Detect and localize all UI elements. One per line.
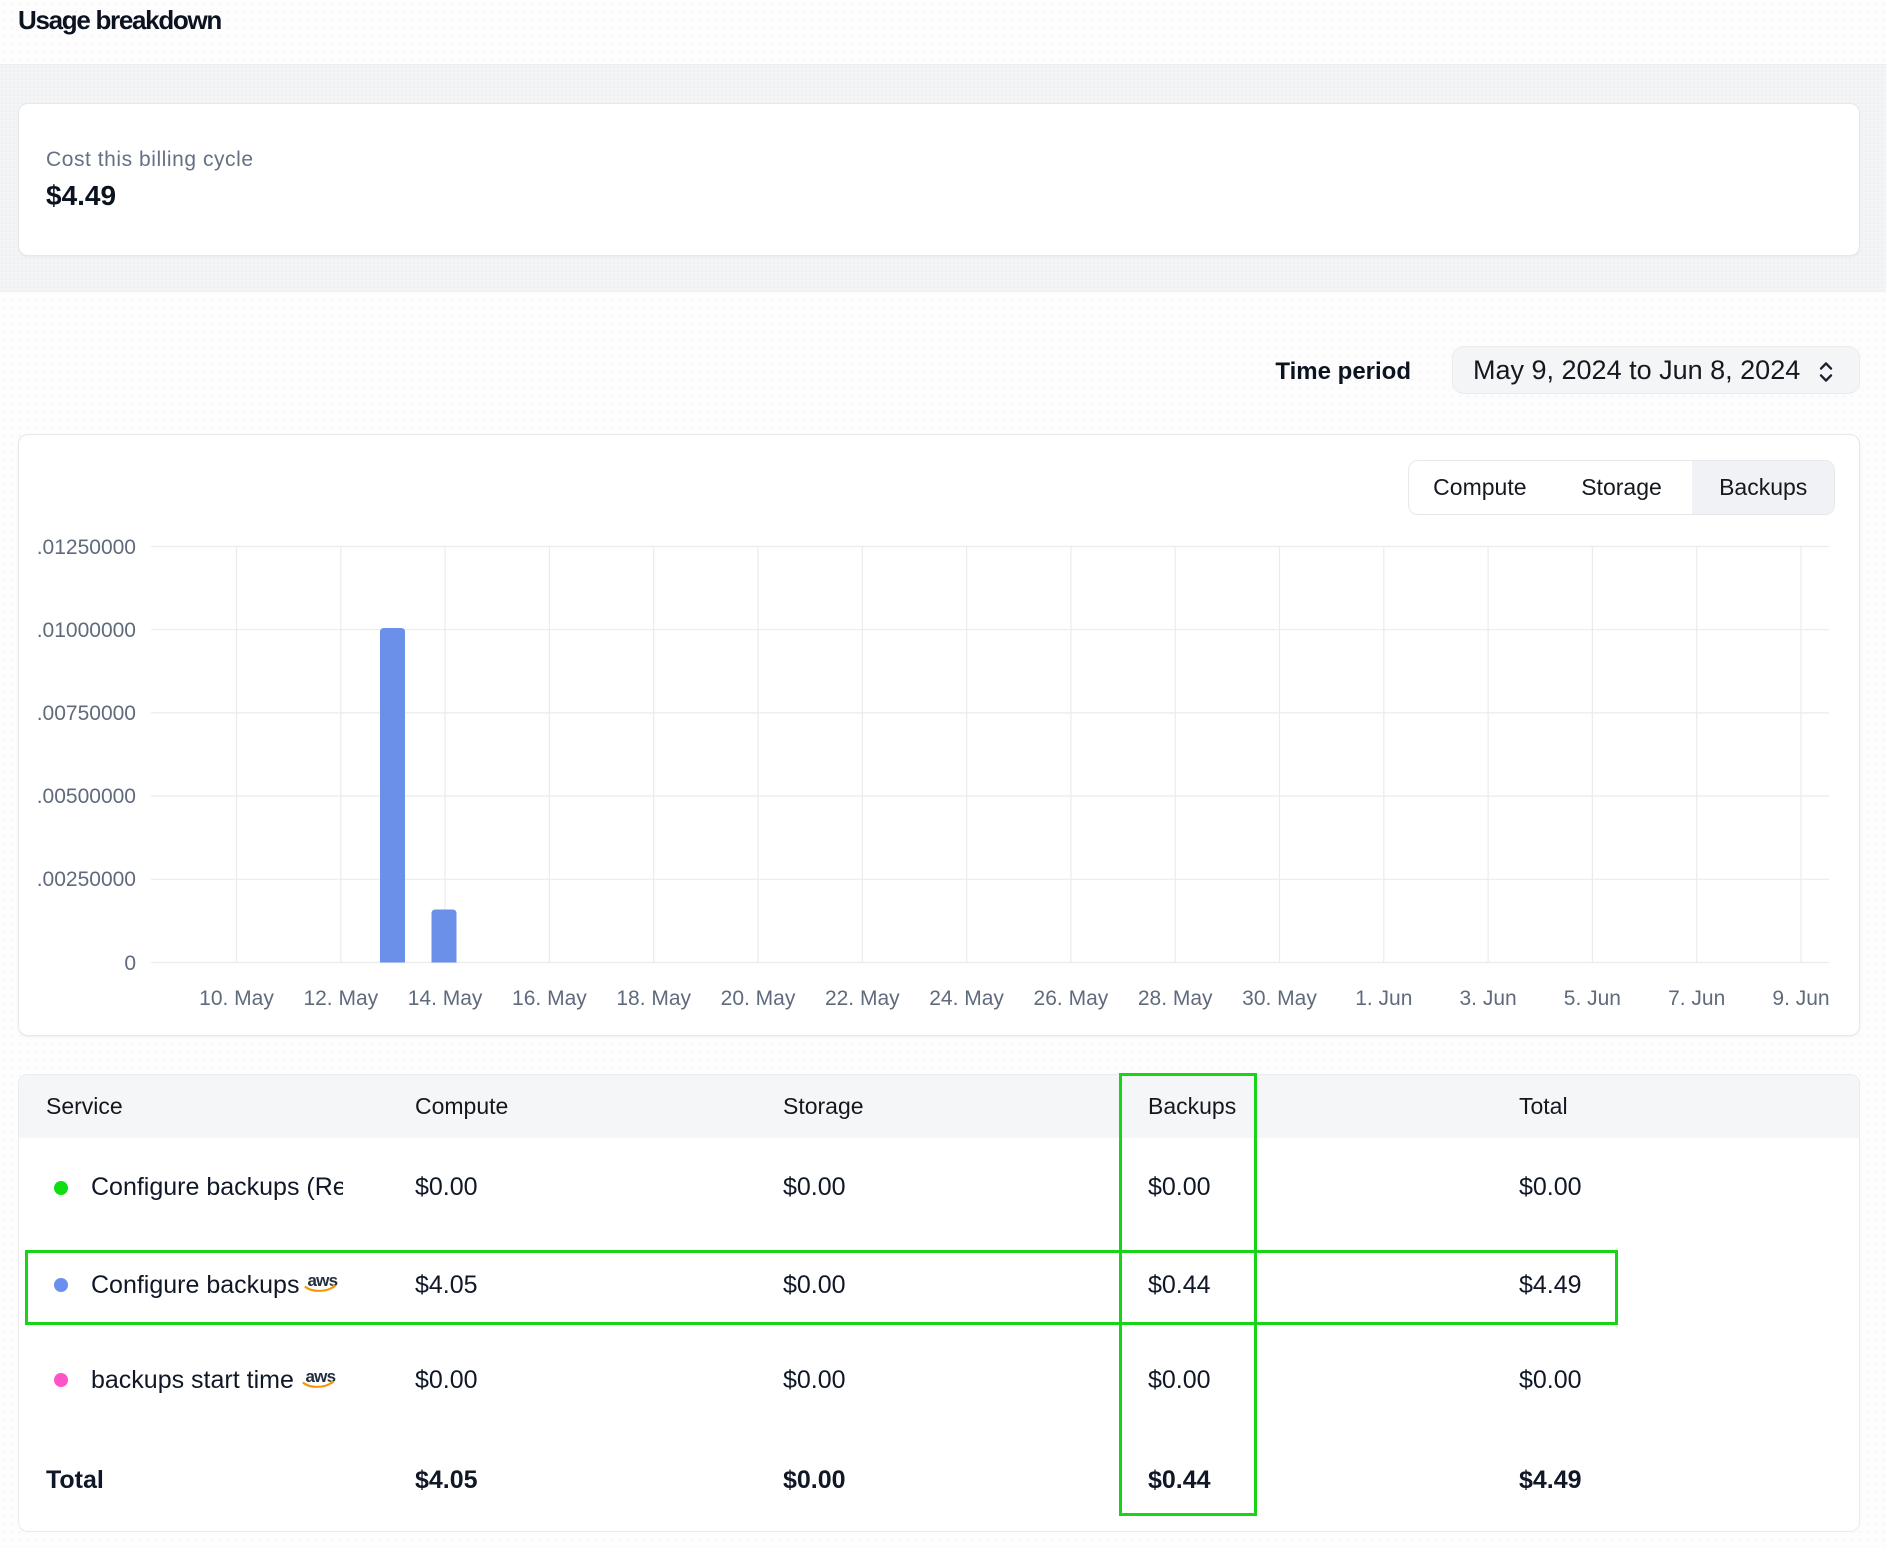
svg-text:1. Jun: 1. Jun [1355, 987, 1412, 1010]
svg-text:24. May: 24. May [929, 987, 1004, 1010]
svg-text:3. Jun: 3. Jun [1459, 987, 1516, 1010]
svg-text:.01000000: .01000000 [37, 619, 136, 642]
svg-text:5. Jun: 5. Jun [1564, 987, 1621, 1010]
svg-text:16. May: 16. May [512, 987, 587, 1010]
svg-text:12. May: 12. May [303, 987, 378, 1010]
svg-text:22. May: 22. May [825, 987, 900, 1010]
svg-text:.00250000: .00250000 [37, 868, 136, 891]
svg-text:.01250000: .01250000 [37, 536, 136, 559]
svg-text:9. Jun: 9. Jun [1772, 987, 1829, 1010]
svg-text:28. May: 28. May [1138, 987, 1213, 1010]
svg-text:.00500000: .00500000 [37, 785, 136, 808]
svg-text:30. May: 30. May [1242, 987, 1317, 1010]
svg-text:20. May: 20. May [721, 987, 796, 1010]
svg-text:.00750000: .00750000 [37, 702, 136, 725]
svg-text:14. May: 14. May [408, 987, 483, 1010]
svg-text:18. May: 18. May [616, 987, 691, 1010]
svg-text:0: 0 [124, 952, 136, 975]
svg-text:10. May: 10. May [199, 987, 274, 1010]
svg-text:26. May: 26. May [1034, 987, 1109, 1010]
svg-text:7. Jun: 7. Jun [1668, 987, 1725, 1010]
